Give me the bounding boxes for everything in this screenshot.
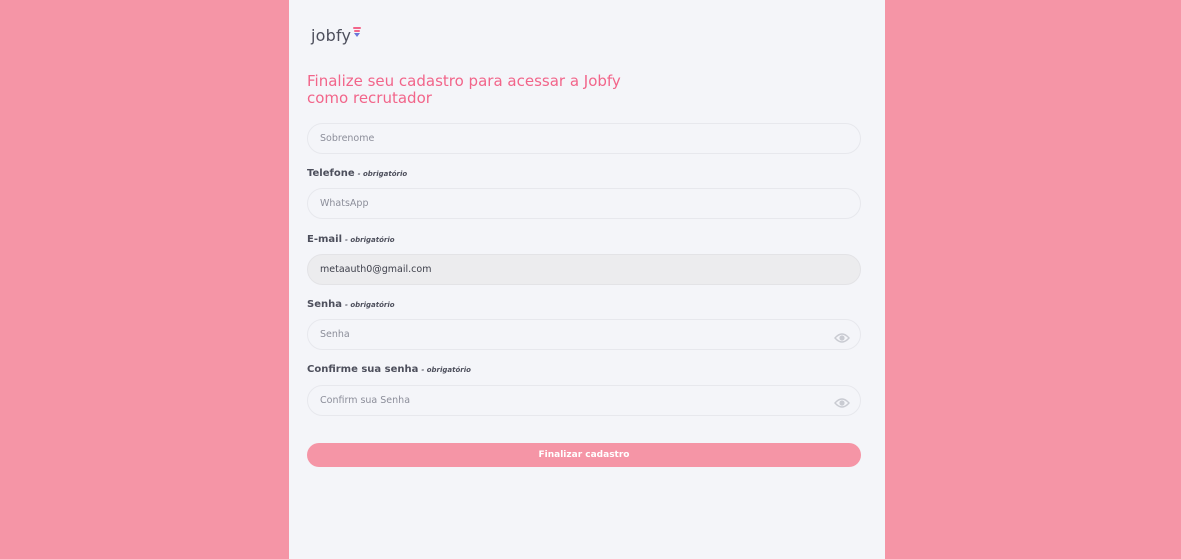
telefone-required-note: - obrigatório — [357, 170, 408, 178]
confirme-label-text: Confirme sua senha — [307, 364, 419, 375]
funnel-logo-icon — [353, 27, 362, 37]
confirme-senha-input[interactable] — [307, 385, 861, 416]
senha-input[interactable] — [307, 319, 861, 350]
eye-icon[interactable] — [834, 329, 850, 343]
telefone-input[interactable] — [307, 188, 861, 219]
email-field[interactable] — [307, 254, 861, 285]
eye-icon-confirm[interactable] — [834, 394, 850, 408]
email-label: E-mail - obrigatório — [307, 234, 395, 245]
page-title-line1: Finalize seu cadastro para acessar a Job… — [307, 72, 621, 90]
logo-text: jobfy — [311, 26, 352, 45]
finalizar-cadastro-button[interactable]: Finalizar cadastro — [307, 443, 861, 467]
page-title-line2: como recrutador — [307, 89, 432, 107]
senha-label: Senha - obrigatório — [307, 299, 395, 310]
senha-label-text: Senha — [307, 299, 342, 310]
page-title: Finalize seu cadastro para acessar a Job… — [307, 73, 667, 107]
sobrenome-input[interactable] — [307, 123, 861, 154]
confirme-required-note: - obrigatório — [421, 366, 471, 374]
jobfy-logo: jobfy — [311, 26, 362, 45]
confirme-label: Confirme sua senha - obrigatório — [307, 364, 471, 375]
email-required-note: - obrigatório — [345, 236, 395, 244]
telefone-label-text: Telefone — [307, 168, 355, 179]
signup-panel: jobfy Finalize seu cadastro para acessar… — [289, 0, 885, 559]
telefone-label: Telefone - obrigatório — [307, 168, 407, 179]
senha-required-note: - obrigatório — [344, 301, 395, 309]
email-label-text: E-mail — [307, 234, 343, 245]
